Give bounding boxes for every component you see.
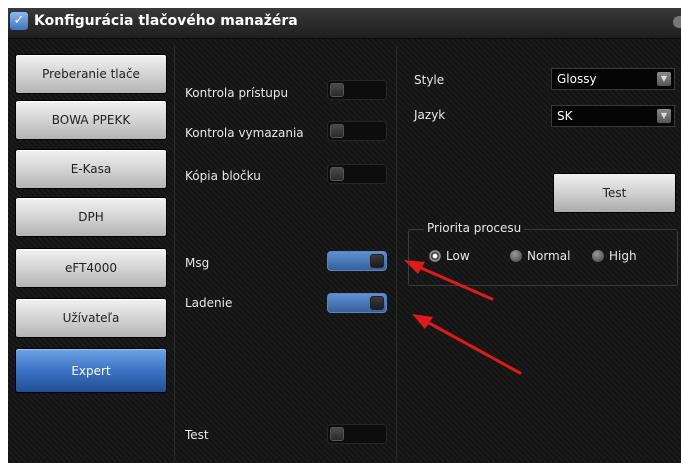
- annotation-arrow-msg: [404, 260, 494, 301]
- annotation-arrows: [404, 260, 522, 375]
- print-manager-window: ✓ Konfigurácia tlačového manažéra Preber…: [8, 8, 681, 463]
- annotation-arrow-ladenie: [412, 314, 522, 375]
